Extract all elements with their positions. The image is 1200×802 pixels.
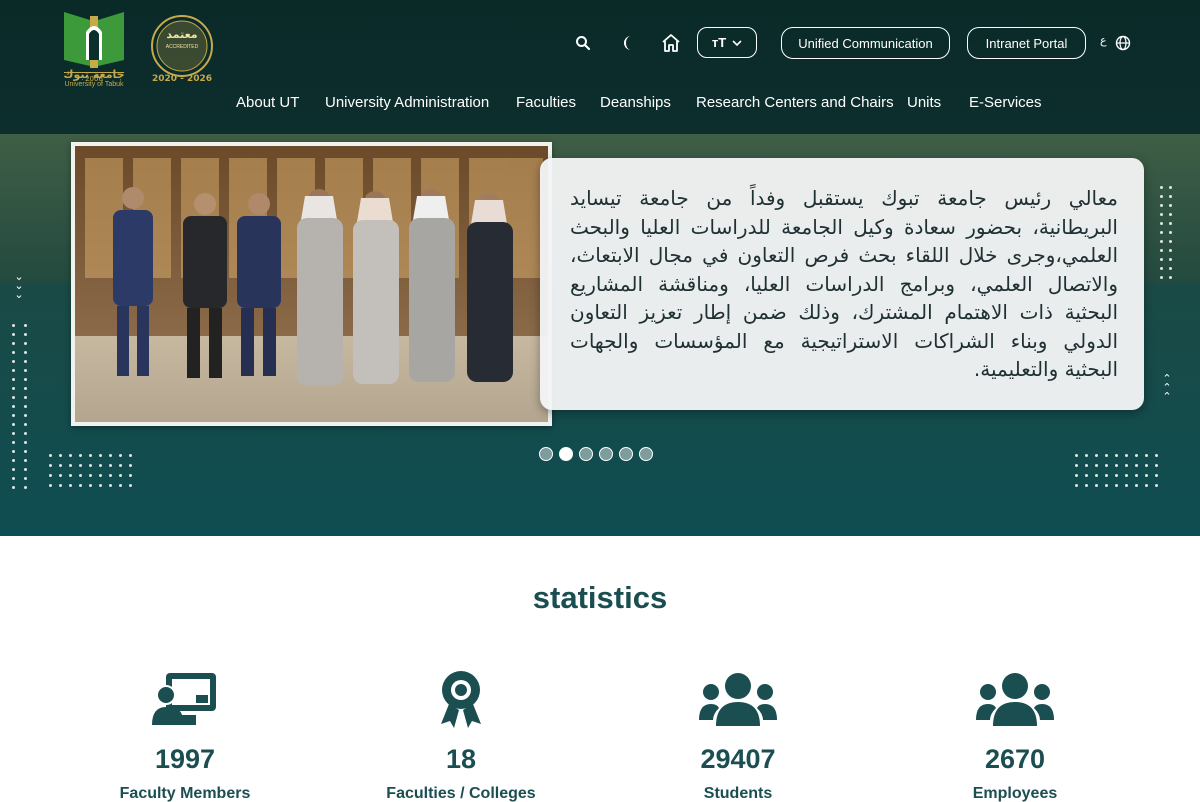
slide-photo [71,142,552,426]
stat-label: Faculties / Colleges [386,785,536,802]
stat-value: 29407 [700,744,776,774]
home-icon[interactable] [660,32,682,54]
users-group-icon [905,668,1125,730]
slide-photo-image [75,146,548,422]
slider-dot-4[interactable] [599,447,613,461]
teacher-board-icon [75,668,295,730]
university-logo-name-en: University of Tabuk [64,81,124,88]
decor-dots-left-column-2 [24,324,27,489]
site-header: 2006 جامعة تبوك University of Tabuk معتم… [0,0,1200,134]
slider-dot-1[interactable] [539,447,553,461]
accreditation-years: 2020 - 2026 [151,74,213,84]
stat-students: 29407 Students [628,668,848,802]
slider-dot-6[interactable] [639,447,653,461]
unified-communication-button[interactable]: Unified Communication [781,27,950,59]
font-size-label: тT [711,35,727,50]
stat-faculties-colleges: 18 Faculties / Colleges [351,668,571,802]
nav-item-faculties[interactable]: Faculties [516,94,576,111]
award-ribbon-icon [351,668,571,730]
scroll-up-icon[interactable]: ⌃ ⌃ ⌃ [1160,373,1174,402]
hero-slider: ⌄ ⌄ ⌄ ⌃ ⌃ ⌃ معالي رئيس جامعة تبوك يستقبل… [0,134,1200,536]
decor-dots-right-grid [1075,454,1158,487]
scroll-down-icon[interactable]: ⌄ ⌄ ⌄ [12,271,26,300]
stat-value: 1997 [154,744,216,774]
stat-value: 18 [445,744,477,774]
slider-dot-2[interactable] [559,447,573,461]
university-logo-name: جامعة تبوك [63,68,125,81]
slide-caption-card[interactable]: معالي رئيس جامعة تبوك يستقبل وفداً من جا… [540,158,1144,410]
users-group-icon [628,668,848,730]
accreditation-label: معتمد [166,28,198,41]
nav-item-deanships[interactable]: Deanships [600,94,671,111]
slider-dot-3[interactable] [579,447,593,461]
slide-caption-text: معالي رئيس جامعة تبوك يستقبل وفداً من جا… [570,186,1118,381]
stat-label: Students [703,785,773,802]
nav-item-about-ut[interactable]: About UT [236,94,299,111]
stat-label: Employees [972,785,1058,802]
search-icon[interactable] [572,32,594,54]
stat-faculty-members: 1997 Faculty Members [75,668,295,802]
accreditation-sub: ACCREDITED [165,44,199,50]
slider-pagination [539,447,653,461]
stat-employees: 2670 Employees [905,668,1125,802]
decor-dots-left-grid [49,454,132,487]
decor-dots-left-column [12,324,15,489]
chevron-down-icon [732,39,742,46]
font-size-button[interactable]: тT [697,27,757,58]
decor-dots-right-column [1160,186,1172,279]
language-label[interactable]: ع [1100,34,1107,47]
moon-icon[interactable] [619,32,641,54]
stat-label: Faculty Members [119,785,251,802]
statistics-title: statistics [532,580,668,615]
nav-item-units[interactable]: Units [907,94,941,111]
slider-dot-5[interactable] [619,447,633,461]
intranet-portal-button[interactable]: Intranet Portal [967,27,1086,59]
nav-item-research-centers[interactable]: Research Centers and Chairs [696,94,894,111]
nav-item-university-administration[interactable]: University Administration [325,94,489,111]
globe-icon[interactable] [1112,32,1134,54]
main-nav: About UT University Administration Facul… [0,94,1200,114]
stat-value: 2670 [984,744,1046,774]
nav-item-e-services[interactable]: E-Services [969,94,1042,111]
